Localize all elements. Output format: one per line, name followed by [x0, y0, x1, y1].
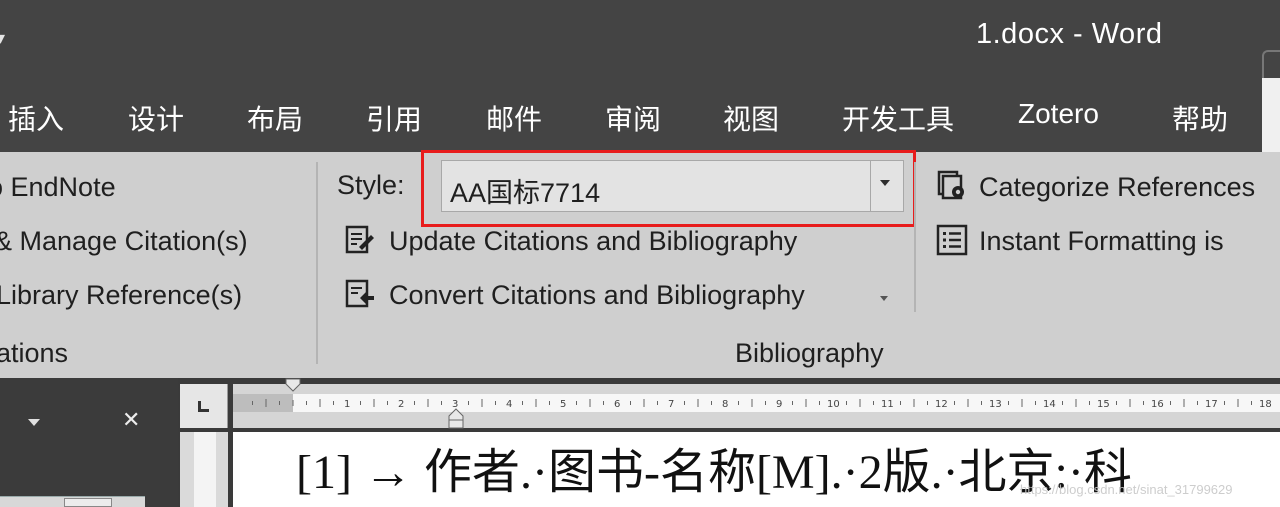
- left-tab-icon: [198, 401, 209, 412]
- tab-view[interactable]: 视图: [723, 98, 779, 138]
- tab-review[interactable]: 审阅: [605, 98, 661, 138]
- ruler-number: 18: [1259, 399, 1272, 410]
- ruler-number: 13: [989, 399, 1002, 410]
- tab-layout[interactable]: 布局: [247, 98, 303, 138]
- tab-design[interactable]: 设计: [128, 98, 184, 138]
- bibliography-group-label: Bibliography: [735, 338, 884, 368]
- group-separator: [316, 162, 318, 364]
- ribbon-panel: o EndNote & Manage Citation(s) Library R…: [0, 150, 1280, 378]
- first-line-indent-icon[interactable]: [285, 378, 301, 396]
- ruler-number: 6: [614, 399, 620, 410]
- ruler-number: 4: [506, 399, 512, 410]
- style-label: Style:: [337, 170, 405, 200]
- update-citations-button[interactable]: Update Citations and Bibliography: [389, 226, 797, 257]
- citations-group-label: ations: [0, 338, 69, 368]
- ruler-number: 7: [668, 399, 674, 410]
- ruler-number: 1: [344, 399, 350, 410]
- tab-references[interactable]: 引用: [366, 98, 422, 138]
- tab-help[interactable]: 帮助: [1172, 98, 1228, 138]
- reference-line[interactable]: [1] → 作者.·图书-名称[M].·2版.·北京:·科: [296, 432, 1132, 502]
- tab-selector[interactable]: [180, 384, 228, 428]
- vertical-ruler[interactable]: [180, 432, 228, 507]
- window-edge: [1262, 50, 1280, 78]
- categorize-references-icon: [937, 170, 964, 200]
- ruler-number: 17: [1205, 399, 1218, 410]
- convert-dropdown-chevron-icon[interactable]: [880, 296, 888, 301]
- ruler-ticks: 1 2 3 4 5 6 7 8 9 10 11 12 13 14 15 16 17 18: [252, 399, 1272, 410]
- group-separator: [914, 162, 916, 312]
- pane-options-chevron-icon[interactable]: [28, 419, 40, 426]
- tab-insert[interactable]: 插入: [8, 98, 64, 138]
- ribbon-tab-bar: 插入 设计 布局 引用 邮件 审阅 视图 开发工具 Zotero 帮助: [0, 78, 1280, 152]
- close-icon[interactable]: ✕: [122, 407, 140, 433]
- convert-citations-icon: [345, 279, 374, 308]
- watermark: https://blog.csdn.net/sinat_31799629: [1020, 482, 1233, 497]
- quick-access-customize-icon[interactable]: ▾: [0, 28, 5, 48]
- hanging-indent-icon[interactable]: [447, 408, 465, 430]
- ruler-number: 8: [722, 399, 728, 410]
- ruler-number: 10: [827, 399, 840, 410]
- tab-mailings[interactable]: 邮件: [486, 98, 542, 138]
- tab-developer[interactable]: 开发工具: [842, 98, 954, 138]
- edit-manage-citations-button[interactable]: & Manage Citation(s): [0, 226, 248, 257]
- convert-citations-button[interactable]: Convert Citations and Bibliography: [389, 280, 805, 311]
- vertical-ruler-track: [194, 432, 216, 507]
- tab-zotero[interactable]: Zotero: [1018, 98, 1099, 130]
- update-citations-icon: [345, 225, 374, 254]
- go-to-endnote-button[interactable]: o EndNote: [0, 172, 116, 203]
- ruler-number: 14: [1043, 399, 1056, 410]
- instant-formatting-icon: [936, 224, 968, 256]
- edit-library-reference-button[interactable]: Library Reference(s): [0, 280, 242, 311]
- title-bar: ▾ 1.docx - Word: [0, 0, 1280, 78]
- instant-formatting-button[interactable]: Instant Formatting is: [979, 226, 1224, 257]
- window-title: 1.docx - Word: [976, 18, 1163, 50]
- ruler-number: 15: [1097, 399, 1110, 410]
- navigation-pane: ✕: [0, 378, 178, 507]
- ruler-number: 12: [935, 399, 948, 410]
- pane-scroll-thumb[interactable]: [64, 498, 112, 507]
- ruler-number: 2: [398, 399, 404, 410]
- tab-bar-edge: [1262, 78, 1280, 152]
- ruler-number: 16: [1151, 399, 1164, 410]
- categorize-references-button[interactable]: Categorize References: [979, 172, 1255, 203]
- ruler-number: 9: [776, 399, 782, 410]
- red-highlight-box: [421, 150, 916, 227]
- ruler-number: 5: [560, 399, 566, 410]
- ruler-number: 11: [881, 399, 894, 410]
- horizontal-ruler[interactable]: 1 2 3 4 5 6 7 8 9 10 11 12 13 14 15 16 17 18: [233, 378, 1280, 430]
